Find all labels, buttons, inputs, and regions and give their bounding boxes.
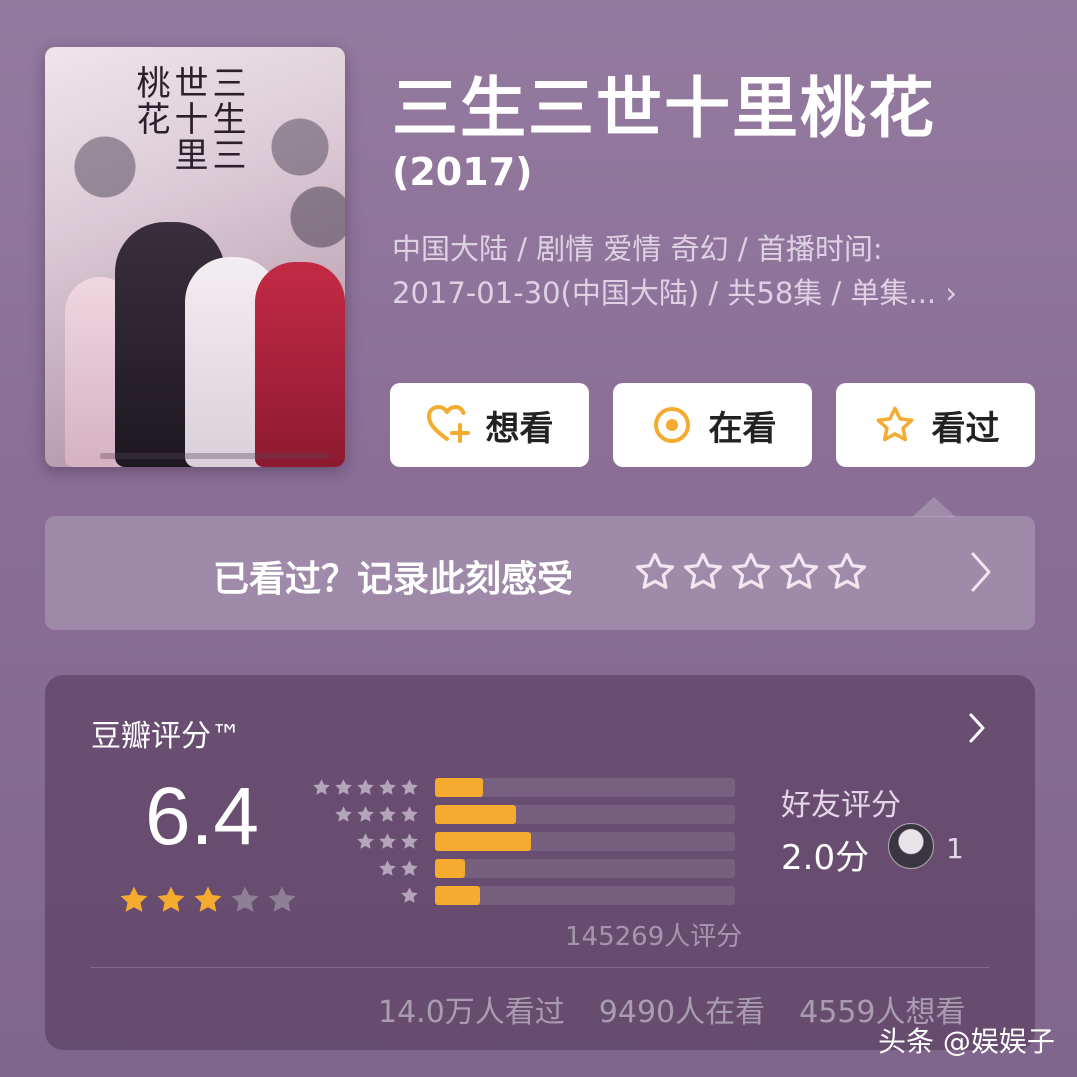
star-outline-icon[interactable] [681, 550, 725, 594]
star-filled-icon [120, 886, 148, 912]
divider [90, 967, 990, 968]
star-outline-icon [872, 402, 918, 448]
rating-count: 145269人评分 [565, 922, 743, 952]
star-empty-icon [231, 886, 259, 912]
star-filled-icon [157, 886, 185, 912]
friend-rating-label: 好友评分 [781, 788, 901, 823]
heart-plus-icon [426, 402, 472, 448]
poster-credits [100, 453, 330, 459]
distribution-stars [399, 885, 420, 906]
distribution-row [315, 856, 735, 883]
distribution-track [435, 886, 735, 905]
poster-calligraphy: 三生三世十里桃花 [130, 65, 246, 173]
star-small-icon [401, 806, 418, 822]
star-small-icon [357, 833, 374, 849]
distribution-bar [435, 832, 531, 851]
chevron-right-icon[interactable] [967, 711, 987, 749]
rating-distribution [313, 775, 735, 910]
rating-score: 6.4 [145, 771, 259, 862]
star-outline-icon[interactable] [777, 550, 821, 594]
star-small-icon [313, 779, 330, 795]
rating-stars [117, 883, 299, 917]
meta-line-2: 2017-01-30(中国大陆) / 共58集 / 单集... › [392, 276, 957, 310]
distribution-bar [435, 886, 480, 905]
rating-label: 豆瓣评分™ [91, 719, 241, 754]
release-year: (2017) [392, 150, 533, 194]
poster-figure [255, 262, 345, 467]
distribution-bar [435, 859, 465, 878]
star-small-icon [379, 860, 396, 876]
watching-button[interactable]: 在看 [613, 383, 812, 467]
star-small-icon [357, 806, 374, 822]
star-small-icon [357, 779, 374, 795]
want-to-watch-label: 想看 [485, 408, 554, 449]
star-outline-icon[interactable] [825, 550, 869, 594]
star-outline-icon[interactable] [633, 550, 677, 594]
distribution-row [315, 802, 735, 829]
watched-button[interactable]: 看过 [836, 383, 1035, 467]
distribution-bar [435, 805, 516, 824]
friend-rating-score: 2.0分 [781, 838, 870, 878]
want-to-watch-button[interactable]: 想看 [390, 383, 589, 467]
star-small-icon [401, 779, 418, 795]
target-circle-icon [649, 402, 695, 448]
distribution-stars [311, 777, 420, 798]
distribution-stars [355, 831, 420, 852]
meta-line-1: 中国大陆 / 剧情 爱情 奇幻 / 首播时间: [392, 232, 883, 266]
record-feeling-bar[interactable]: 已看过？记录此刻感受 [45, 516, 1035, 630]
distribution-row [315, 829, 735, 856]
show-meta[interactable]: 中国大陆 / 剧情 爱情 奇幻 / 首播时间: 2017-01-30(中国大陆)… [392, 227, 1022, 315]
star-small-icon [401, 887, 418, 903]
rate-stars[interactable] [633, 550, 869, 594]
star-outline-icon[interactable] [729, 550, 773, 594]
star-small-icon [335, 779, 352, 795]
star-filled-icon [194, 886, 222, 912]
watched-label: 看过 [931, 408, 1000, 449]
page-title: 三生三世十里桃花 [392, 70, 936, 147]
star-small-icon [379, 806, 396, 822]
star-small-icon [379, 833, 396, 849]
distribution-track [435, 859, 735, 878]
distribution-bar [435, 778, 483, 797]
star-empty-icon [268, 886, 296, 912]
star-small-icon [335, 806, 352, 822]
watermark: 头条 @娱娱子 [878, 1025, 1055, 1058]
poster-image[interactable]: 三生三世十里桃花 [45, 47, 345, 467]
distribution-row [313, 775, 735, 802]
distribution-stars [333, 804, 420, 825]
chevron-right-icon: › [945, 276, 957, 310]
friend-count: 1 [946, 832, 964, 865]
star-small-icon [401, 860, 418, 876]
pointer-arrow [912, 497, 956, 517]
chevron-right-icon[interactable] [969, 550, 993, 598]
star-small-icon [401, 833, 418, 849]
avatar[interactable] [888, 823, 934, 869]
record-prompt: 已看过？记录此刻感受 [213, 559, 574, 600]
watching-count[interactable]: 9490人在看 [599, 987, 765, 1031]
watched-count[interactable]: 14.0万人看过 [378, 987, 565, 1031]
watching-label: 在看 [708, 408, 777, 449]
star-small-icon [379, 779, 396, 795]
distribution-stars [377, 858, 420, 879]
distribution-row [315, 883, 735, 910]
douban-rating-card[interactable]: 豆瓣评分™ 6.4 145269人评分 好友评分 2.0分 1 14.0万人看过… [45, 675, 1035, 1050]
